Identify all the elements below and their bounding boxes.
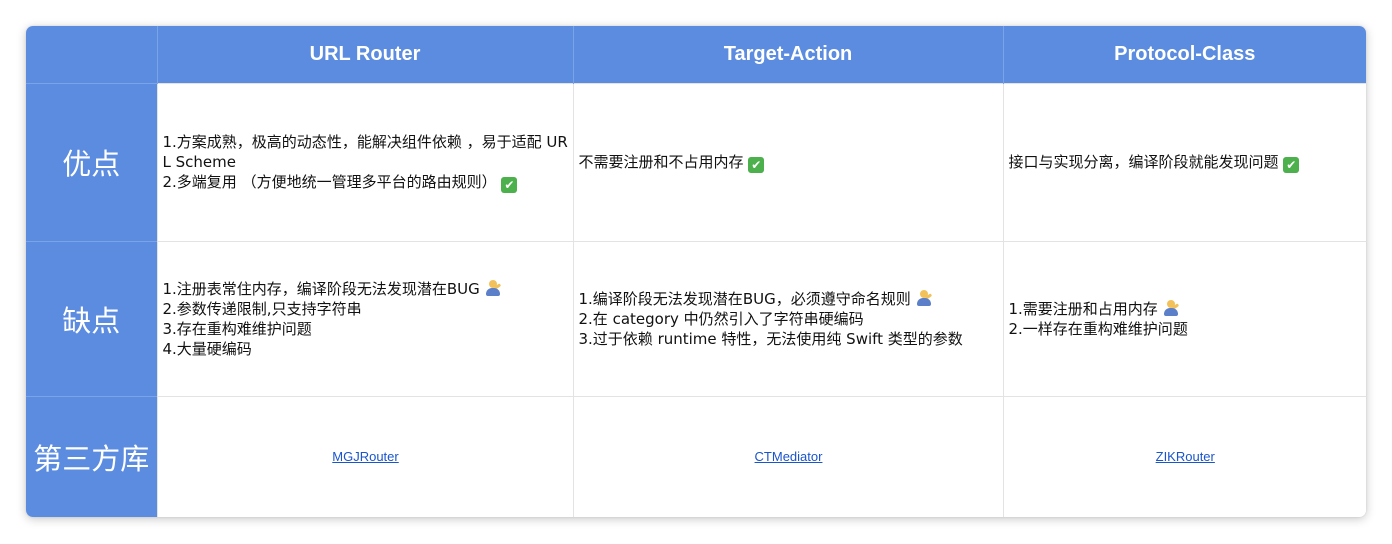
check-mark-icon: ✔ (1283, 156, 1300, 173)
person-shrugging-icon (1163, 299, 1179, 317)
zikrouter-link[interactable]: ZIKRouter (1156, 449, 1215, 464)
header-row: URL Router Target-Action Protocol-Class (26, 26, 1366, 83)
table-row-cons: 缺点 1.注册表常住内存，编译阶段无法发现潜在BUG 2.参数传递限制,只支持字… (26, 240, 1366, 396)
comparison-table: URL Router Target-Action Protocol-Class … (26, 26, 1366, 517)
cons-target-action-cell: 1.编译阶段无法发现潜在BUG，必须遵守命名规则 2.在 category 中仍… (572, 240, 1003, 396)
text-line: 2.参数传递限制,只支持字符串 (162, 299, 362, 318)
person-shrugging-icon (485, 279, 501, 297)
table-row-libraries: 第三方库 MGJRouter CTMediator ZIKRouter (26, 395, 1366, 517)
text-line: 1.需要注册和占用内存 (1008, 299, 1158, 318)
person-shrugging-icon (916, 289, 932, 307)
text-line: 1.编译阶段无法发现潜在BUG，必须遵守命名规则 (578, 289, 911, 308)
library-protocol-class-cell: ZIKRouter (1002, 395, 1366, 517)
mgjrouter-link[interactable]: MGJRouter (332, 449, 398, 464)
row-header-libraries: 第三方库 (26, 395, 157, 517)
library-target-action-cell: CTMediator (572, 395, 1003, 517)
table-row-pros: 优点 1.方案成熟，极高的动态性，能解决组件依赖 ，易于适配 URL Schem… (26, 82, 1366, 241)
text-line: 2.在 category 中仍然引入了字符串硬编码 (578, 309, 864, 328)
corner-cell (26, 26, 157, 83)
text-line: 接口与实现分离，编译阶段就能发现问题 (1008, 152, 1279, 171)
text-line: 3.过于依赖 runtime 特性，无法使用纯 Swift 类型的参数 (578, 329, 963, 348)
pros-protocol-class-cell: 接口与实现分离，编译阶段就能发现问题 ✔ (1002, 82, 1366, 241)
text-line: 不需要注册和不占用内存 (578, 152, 744, 171)
text-line: 2.一样存在重构难维护问题 (1008, 319, 1188, 338)
pros-url-router-cell: 1.方案成熟，极高的动态性，能解决组件依赖 ，易于适配 URL Scheme 2… (156, 82, 573, 241)
cons-url-router-cell: 1.注册表常住内存，编译阶段无法发现潜在BUG 2.参数传递限制,只支持字符串 … (156, 240, 573, 396)
pros-target-action-cell: 不需要注册和不占用内存 ✔ (572, 82, 1003, 241)
text-line: 4.大量硬编码 (162, 339, 252, 358)
library-url-router-cell: MGJRouter (156, 395, 573, 517)
row-header-pros: 优点 (26, 82, 157, 241)
check-mark-icon: ✔ (748, 156, 765, 173)
text-line: 3.存在重构难维护问题 (162, 319, 312, 338)
cons-protocol-class-cell: 1.需要注册和占用内存 2.一样存在重构难维护问题 (1002, 240, 1366, 396)
text-line: 2.多端复用 （方便地统一管理多平台的路由规则） (162, 172, 497, 191)
comparison-table-card: URL Router Target-Action Protocol-Class … (26, 26, 1366, 517)
column-header-protocol-class: Protocol-Class (1002, 26, 1366, 83)
check-mark-icon: ✔ (501, 176, 518, 193)
text-line: 1.注册表常住内存，编译阶段无法发现潜在BUG (162, 279, 480, 298)
ctmediator-link[interactable]: CTMediator (755, 449, 823, 464)
row-header-cons: 缺点 (26, 240, 157, 396)
column-header-target-action: Target-Action (572, 26, 1003, 83)
column-header-url-router: URL Router (156, 26, 573, 83)
text-line: 1.方案成熟，极高的动态性，能解决组件依赖 ，易于适配 URL Scheme (162, 132, 568, 171)
